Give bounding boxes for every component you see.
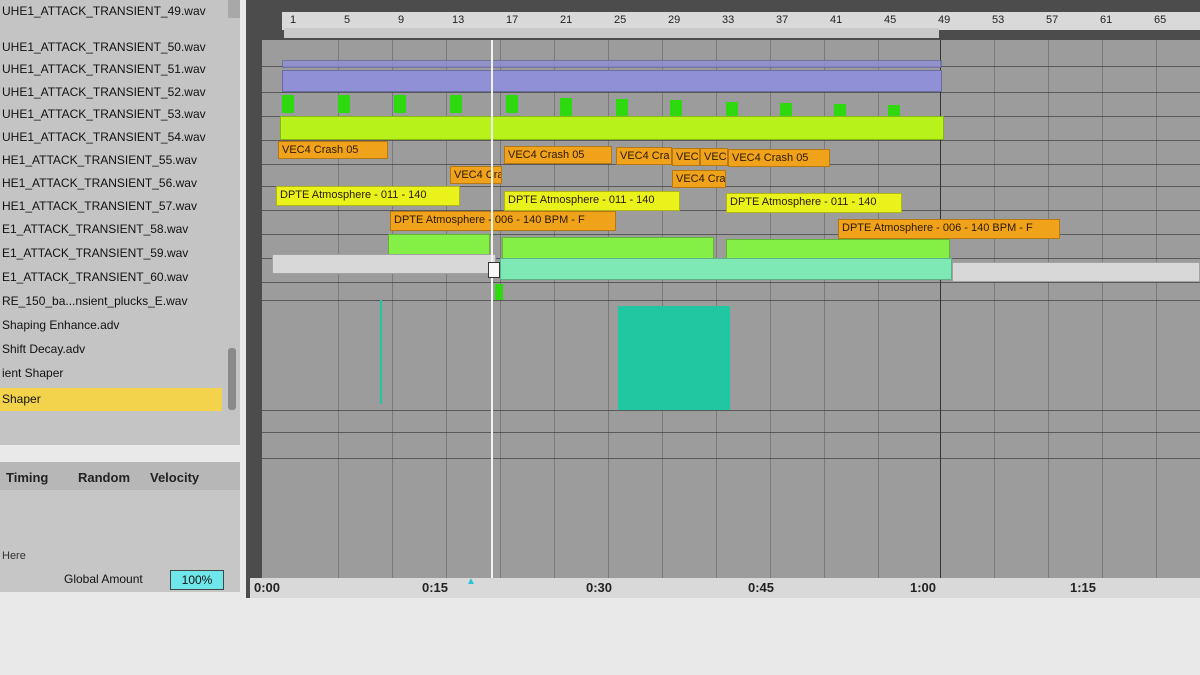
- lane-separator: [262, 282, 1200, 283]
- groove-drop-hint: Here: [2, 550, 26, 562]
- browser-item[interactable]: Shift Decay.adv: [0, 338, 234, 361]
- grid-line: [1048, 40, 1049, 580]
- bar-number: 9: [398, 14, 405, 26]
- audio-clip-atmosphere[interactable]: DPTE Atmosphere - 011 - 140: [504, 191, 680, 211]
- midi-clip[interactable]: [616, 99, 628, 117]
- bar-number: 41: [830, 14, 843, 26]
- lane-separator: [262, 140, 1200, 141]
- loop-brace[interactable]: [284, 28, 939, 38]
- bar-number: 33: [722, 14, 735, 26]
- time-label: 0:15: [422, 580, 449, 595]
- time-label: 0:30: [586, 580, 613, 595]
- audio-clip-crash[interactable]: VEC4 Cra: [450, 166, 502, 184]
- midi-clip[interactable]: [450, 95, 462, 113]
- time-label: 1:15: [1070, 580, 1097, 595]
- browser-item[interactable]: UHE1_ATTACK_TRANSIENT_50.wav: [0, 36, 234, 59]
- global-amount-label: Global Amount: [64, 572, 143, 586]
- browser-scrollbar[interactable]: [228, 348, 236, 410]
- bar-number: 53: [992, 14, 1005, 26]
- lane-separator: [262, 300, 1200, 301]
- browser-item[interactable]: UHE1_ATTACK_TRANSIENT_53.wav: [0, 103, 234, 126]
- bar-number: 61: [1100, 14, 1113, 26]
- groove-col-velocity[interactable]: Velocity: [150, 470, 199, 485]
- groove-col-random[interactable]: Random: [78, 470, 130, 485]
- audio-clip-crash[interactable]: VEC4 Crash 05: [504, 146, 612, 164]
- browser-panel: UHE1_ATTACK_TRANSIENT_49.wav UHE1_ATTACK…: [0, 0, 240, 445]
- playhead[interactable]: [491, 40, 493, 580]
- audio-clip-crash[interactable]: VEC4 Cra: [672, 170, 726, 188]
- audio-clip-crash[interactable]: VEC: [700, 148, 728, 166]
- browser-item[interactable]: UHE1_ATTACK_TRANSIENT_52.wav: [0, 81, 234, 104]
- midi-clip[interactable]: [495, 284, 503, 300]
- bar-number: 21: [560, 14, 573, 26]
- midi-clip[interactable]: [394, 95, 406, 113]
- audio-clip[interactable]: [282, 60, 942, 68]
- bar-number: 17: [506, 14, 519, 26]
- midi-clip[interactable]: [560, 98, 572, 116]
- loop-marker-icon[interactable]: ▲: [466, 576, 476, 587]
- lane-separator: [262, 410, 1200, 411]
- bar-number: 37: [776, 14, 789, 26]
- lane-separator: [262, 432, 1200, 433]
- bar-number: 25: [614, 14, 627, 26]
- lane-separator: [262, 92, 1200, 93]
- mouse-cursor-icon: [488, 262, 500, 278]
- time-label: 1:00: [910, 580, 937, 595]
- grid-line: [994, 40, 995, 580]
- browser-scroll-up-button[interactable]: [228, 0, 240, 18]
- browser-item[interactable]: HE1_ATTACK_TRANSIENT_56.wav: [0, 172, 234, 195]
- audio-clip[interactable]: [502, 237, 714, 259]
- grid-line: [1102, 40, 1103, 580]
- browser-item[interactable]: Shaping Enhance.adv: [0, 314, 234, 337]
- time-label: 0:45: [748, 580, 775, 595]
- browser-item[interactable]: ient Shaper: [0, 362, 234, 385]
- midi-clip[interactable]: [282, 95, 294, 113]
- browser-item-selected[interactable]: Shaper: [0, 388, 222, 411]
- bar-number: 45: [884, 14, 897, 26]
- browser-item[interactable]: HE1_ATTACK_TRANSIENT_55.wav: [0, 149, 234, 172]
- bar-number: 1: [290, 14, 297, 26]
- audio-clip-crash[interactable]: VEC: [672, 148, 700, 166]
- browser-item[interactable]: UHE1_ATTACK_TRANSIENT_51.wav: [0, 58, 234, 81]
- audio-clip-crash[interactable]: VEC4 Crash 05: [278, 141, 388, 159]
- bar-number: 13: [452, 14, 465, 26]
- bar-number: 57: [1046, 14, 1059, 26]
- audio-clip[interactable]: [282, 70, 942, 92]
- bar-number: 5: [344, 14, 351, 26]
- time-ruler[interactable]: [250, 578, 1200, 598]
- browser-item[interactable]: E1_ATTACK_TRANSIENT_59.wav: [0, 242, 234, 265]
- global-amount-field[interactable]: 100%: [170, 570, 224, 590]
- browser-item[interactable]: E1_ATTACK_TRANSIENT_58.wav: [0, 218, 234, 241]
- bar-number: 29: [668, 14, 681, 26]
- midi-clip[interactable]: [506, 95, 518, 113]
- groove-col-timing[interactable]: Timing: [6, 470, 48, 485]
- audio-clip[interactable]: [952, 262, 1200, 282]
- lane-separator: [262, 458, 1200, 459]
- automation-line: [380, 300, 382, 404]
- audio-clip[interactable]: [280, 116, 944, 140]
- audio-clip[interactable]: [388, 234, 490, 256]
- bar-number: 49: [938, 14, 951, 26]
- audio-clip-crash[interactable]: VEC4 Crash 05: [728, 149, 830, 167]
- browser-item[interactable]: HE1_ATTACK_TRANSIENT_57.wav: [0, 195, 234, 218]
- automation-clip[interactable]: [618, 306, 730, 410]
- audio-clip-crash[interactable]: VEC4 Cra: [616, 147, 672, 165]
- grid-line: [1156, 40, 1157, 580]
- browser-item[interactable]: UHE1_ATTACK_TRANSIENT_49.wav: [0, 0, 234, 23]
- audio-clip-atmosphere[interactable]: DPTE Atmosphere - 006 - 140 BPM - F: [838, 219, 1060, 239]
- audio-clip[interactable]: [272, 254, 496, 274]
- time-label: 0:00: [254, 580, 281, 595]
- browser-item[interactable]: E1_ATTACK_TRANSIENT_60.wav: [0, 266, 234, 289]
- browser-item[interactable]: RE_150_ba...nsient_plucks_E.wav: [0, 290, 234, 313]
- groove-header: Timing Random Velocity: [0, 462, 240, 490]
- audio-clip[interactable]: [500, 258, 952, 280]
- audio-clip-atmosphere[interactable]: DPTE Atmosphere - 011 - 140: [726, 193, 902, 213]
- audio-clip-atmosphere[interactable]: DPTE Atmosphere - 006 - 140 BPM - F: [390, 211, 616, 231]
- audio-clip-atmosphere[interactable]: DPTE Atmosphere - 011 - 140: [276, 186, 460, 206]
- browser-item[interactable]: UHE1_ATTACK_TRANSIENT_54.wav: [0, 126, 234, 149]
- bar-number: 65: [1154, 14, 1167, 26]
- midi-clip[interactable]: [338, 95, 350, 113]
